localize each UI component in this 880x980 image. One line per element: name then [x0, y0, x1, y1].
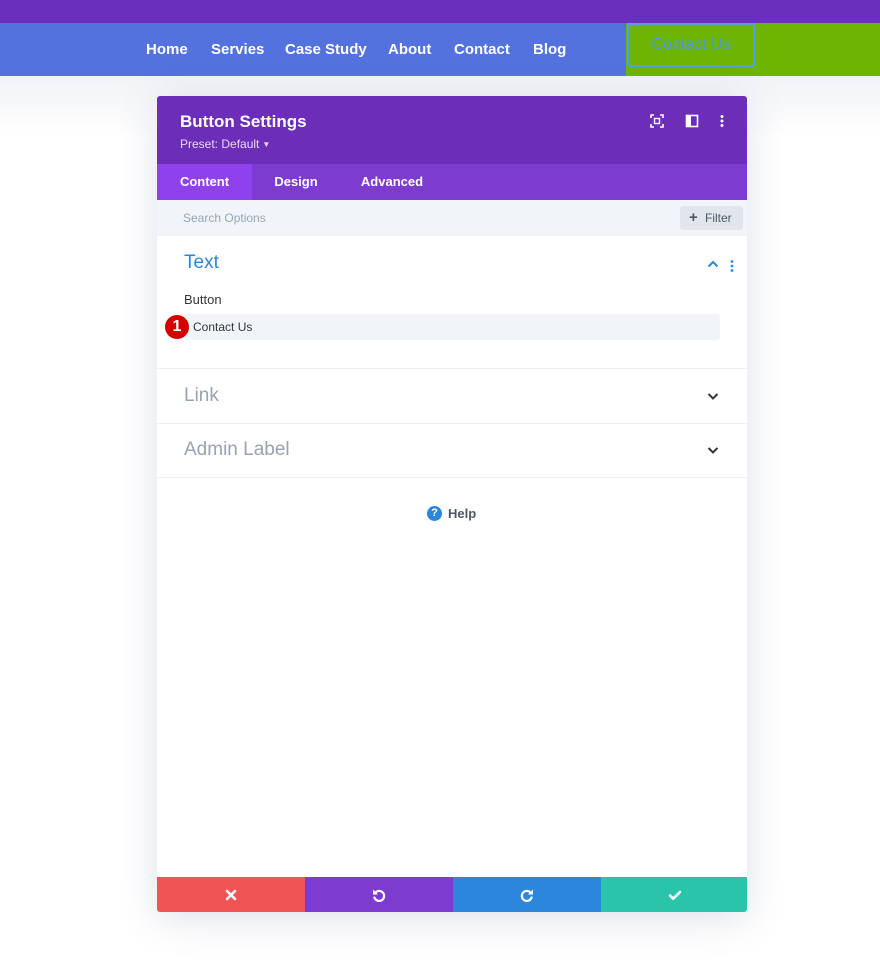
close-icon	[225, 889, 237, 901]
button-text-input[interactable]	[184, 314, 720, 340]
split-view-icon[interactable]	[684, 113, 700, 129]
nav-item-contact[interactable]: Contact	[454, 23, 510, 76]
search-bar: + Filter	[157, 200, 747, 236]
chevron-down-icon[interactable]	[705, 388, 721, 404]
button-text-label: Button	[184, 292, 222, 307]
nav-item-about[interactable]: About	[388, 23, 431, 76]
plus-icon: +	[689, 209, 698, 226]
modal-header: Button Settings Preset: Default ▼	[157, 96, 747, 164]
contact-us-button[interactable]: Contact Us	[627, 23, 755, 67]
nav-item-services[interactable]: Servies	[211, 23, 264, 76]
chevron-down-icon[interactable]	[705, 442, 721, 458]
tab-content[interactable]: Content	[157, 164, 252, 200]
settings-modal: Button Settings Preset: Default ▼ Content…	[157, 96, 747, 912]
step-number-badge: 1	[165, 315, 189, 339]
search-input[interactable]	[183, 200, 663, 236]
section-title-link[interactable]: Link	[184, 385, 219, 407]
check-icon	[668, 890, 682, 900]
more-options-icon[interactable]	[714, 113, 730, 129]
tab-advanced[interactable]: Advanced	[340, 164, 444, 200]
chevron-up-icon[interactable]	[705, 256, 721, 272]
filter-button[interactable]: + Filter	[680, 206, 743, 230]
section-title-text[interactable]: Text	[184, 252, 219, 274]
section-title-admin-label[interactable]: Admin Label	[184, 439, 290, 461]
filter-label: Filter	[705, 211, 732, 225]
tab-bar: Content Design Advanced	[157, 164, 747, 200]
section-options-icon[interactable]	[728, 258, 736, 274]
modal-footer	[157, 877, 747, 912]
tab-design[interactable]: Design	[252, 164, 340, 200]
undo-icon	[373, 889, 386, 902]
caret-down-icon: ▼	[262, 140, 271, 149]
nav-item-home[interactable]: Home	[146, 23, 188, 76]
modal-title: Button Settings	[180, 112, 307, 131]
preset-selector[interactable]: Preset: Default ▼	[180, 137, 270, 151]
redo-button[interactable]	[453, 877, 601, 912]
top-strip	[0, 0, 880, 23]
save-button[interactable]	[601, 877, 747, 912]
help-label: Help	[448, 506, 477, 521]
site-navbar: Home Servies Case Study About Contact Bl…	[0, 23, 880, 76]
help-icon: ?	[427, 506, 442, 521]
section-divider	[157, 423, 747, 424]
nav-item-case-study[interactable]: Case Study	[285, 23, 367, 76]
section-divider	[157, 477, 747, 478]
section-divider	[157, 368, 747, 369]
preset-label: Preset: Default	[180, 137, 260, 151]
discard-button[interactable]	[157, 877, 305, 912]
undo-button[interactable]	[305, 877, 453, 912]
focus-mode-icon[interactable]	[649, 113, 665, 129]
nav-item-blog[interactable]: Blog	[533, 23, 566, 76]
redo-icon	[520, 889, 533, 902]
